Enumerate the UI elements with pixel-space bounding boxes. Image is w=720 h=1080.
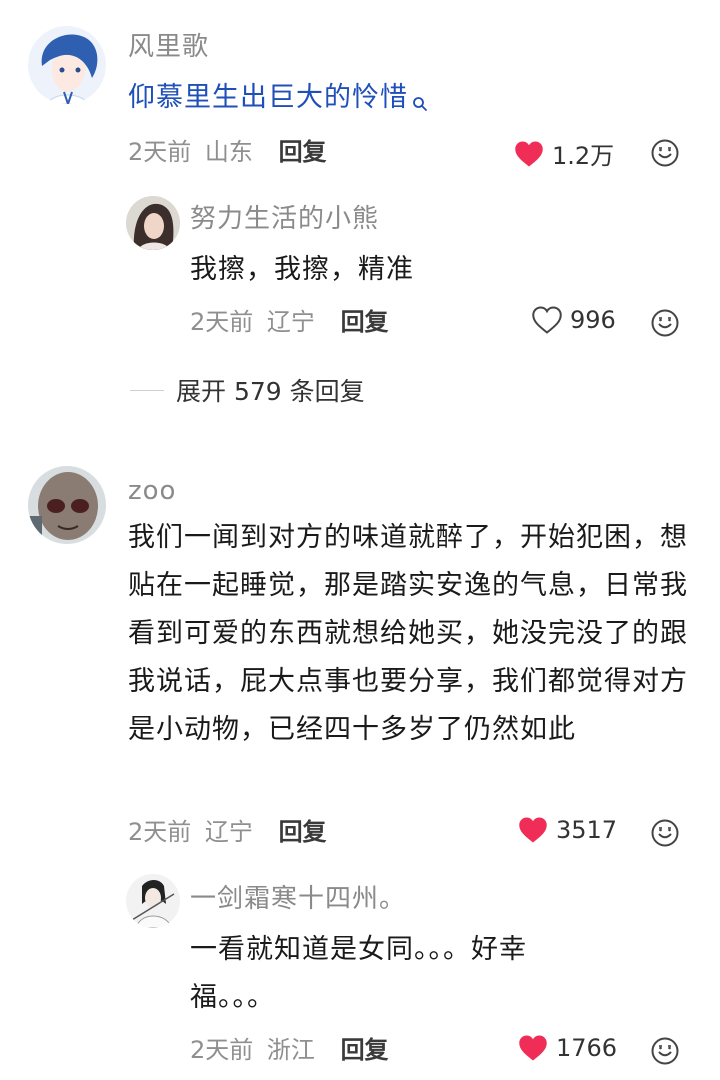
- reply-location: 浙江: [266, 1036, 315, 1064]
- comment-text: 仰慕里生出巨大的怜惜: [128, 74, 688, 128]
- reply-button[interactable]: 回复: [279, 138, 327, 166]
- reply-meta: 2天前 辽宁 回复: [190, 306, 389, 338]
- comment-username[interactable]: 风里歌: [128, 30, 209, 64]
- like-button[interactable]: 1766: [518, 1034, 617, 1062]
- reply-location: 辽宁: [266, 308, 315, 336]
- like-button[interactable]: 3517: [518, 816, 617, 844]
- comment-meta: 2天前 辽宁 回复: [128, 816, 327, 848]
- comment-text-link[interactable]: 仰慕里生出巨大的怜惜: [128, 82, 408, 113]
- reply-button[interactable]: 回复: [341, 1036, 389, 1064]
- comment-meta: 2天前 山东 回复: [128, 136, 327, 168]
- like-count: 1.2万: [552, 142, 615, 170]
- like-count: 996: [570, 306, 616, 334]
- comment-time: 2天前: [128, 138, 192, 166]
- comment-location: 辽宁: [204, 818, 253, 846]
- smile-icon[interactable]: [650, 308, 680, 342]
- reply-button[interactable]: 回复: [341, 308, 389, 336]
- like-button[interactable]: 996: [532, 306, 616, 334]
- heart-icon: [532, 306, 562, 334]
- like-count: 1766: [556, 1034, 618, 1062]
- smile-icon[interactable]: [650, 818, 680, 852]
- reply-time: 2天前: [190, 1036, 254, 1064]
- reply-username[interactable]: 一剑霜寒十四州。: [190, 882, 406, 916]
- reply-time: 2天前: [190, 308, 254, 336]
- comment-time: 2天前: [128, 818, 192, 846]
- comment-text: 我们一闻到对方的味道就醉了，开始犯困，想贴在一起睡觉，那是踏实安逸的气息，日常我…: [128, 522, 688, 745]
- like-count: 3517: [556, 816, 618, 844]
- divider: [130, 389, 164, 391]
- avatar[interactable]: [28, 466, 106, 544]
- reply-text: 我擦，我擦，精准: [190, 254, 414, 285]
- avatar[interactable]: [28, 26, 106, 104]
- reply-text: 一看就知道是女同。。。好幸福。。。: [190, 934, 527, 1013]
- reply-button[interactable]: 回复: [279, 818, 327, 846]
- search-icon[interactable]: [412, 80, 428, 128]
- like-button[interactable]: 1.2万: [514, 136, 614, 171]
- reply-avatar[interactable]: [126, 196, 180, 250]
- heart-icon: [519, 817, 547, 843]
- smile-icon[interactable]: [650, 138, 680, 172]
- expand-replies-button[interactable]: 展开 579 条回复: [130, 372, 365, 408]
- comment-location: 山东: [204, 138, 253, 166]
- comment-username[interactable]: zoo: [128, 474, 176, 508]
- expand-replies-label: 展开 579 条回复: [176, 377, 365, 406]
- reply-username[interactable]: 努力生活的小熊: [190, 202, 379, 236]
- reply-meta: 2天前 浙江 回复: [190, 1034, 389, 1066]
- heart-icon: [515, 141, 543, 166]
- heart-icon: [519, 1035, 547, 1061]
- smile-icon[interactable]: [650, 1036, 680, 1070]
- reply-avatar[interactable]: [126, 874, 180, 928]
